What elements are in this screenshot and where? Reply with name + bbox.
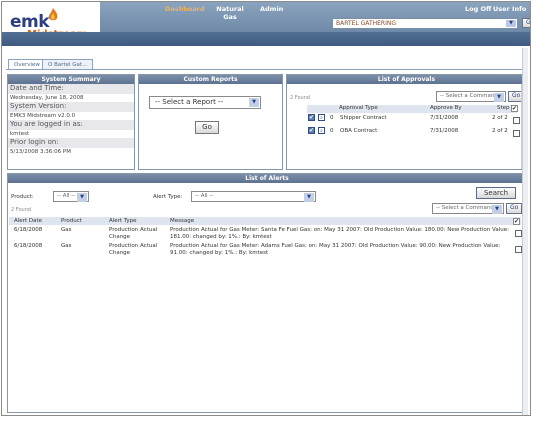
custom-reports-panel: Custom Reports -- Select a Report -- ▼ G… — [138, 74, 283, 170]
chevron-down-icon: ▼ — [304, 193, 314, 202]
custom-reports-title: Custom Reports — [139, 75, 282, 84]
alert-type-filter-value: -- All -- — [195, 193, 214, 199]
approval-num: 0 — [330, 115, 334, 121]
header-band — [2, 32, 530, 46]
col-alert-type: Alert Type — [109, 218, 137, 224]
approvals-panel: List of Approvals 2 Found -- Select a Co… — [286, 74, 527, 170]
approval-step: 2 of 2 — [492, 128, 508, 134]
alerts-command-select[interactable]: -- Select a Command -- ▼ — [432, 203, 504, 214]
nav-user-info[interactable]: User Info — [493, 5, 526, 13]
alerts-panel: List of Alerts Product: -- All -- ▼ Aler… — [7, 173, 527, 413]
app-window: emk Midstream Dashboard Natural Gas Admi… — [1, 1, 531, 416]
alert-type-filter-label: Alert Type: — [153, 194, 183, 200]
system-summary-panel: System Summary Date and Time: Wednesday,… — [7, 74, 135, 170]
row-checkbox[interactable] — [515, 246, 522, 253]
approvals-command-select[interactable]: -- Select a Command -- ▼ — [436, 91, 506, 102]
col-alert-date: Alert Date — [14, 218, 42, 224]
col-step: Step — [497, 105, 510, 111]
logged-in-label: You are logged in as: — [10, 120, 83, 128]
col-message: Message — [170, 218, 195, 224]
approve-check-icon[interactable]: ✔ — [308, 114, 315, 121]
tab-divider — [6, 69, 526, 70]
approve-check-icon[interactable]: ✔ — [308, 127, 315, 134]
customer-go-button[interactable]: Go — [522, 18, 530, 28]
approvals-count: 2 Found — [290, 95, 311, 101]
alerts-command-value: -- Select a Command -- — [436, 205, 500, 211]
alert-type: Production Actual Change — [109, 227, 158, 240]
date-time-label: Date and Time: — [10, 84, 64, 92]
chevron-down-icon: ▼ — [494, 93, 504, 102]
system-version-label: System Version: — [10, 102, 67, 110]
nav-admin[interactable]: Admin — [260, 5, 283, 13]
row-checkbox[interactable] — [513, 130, 520, 137]
alerts-count: 2 Found — [11, 207, 32, 213]
chevron-down-icon: ▼ — [492, 205, 502, 214]
approval-date: 7/31/2008 — [430, 128, 459, 134]
approvals-title: List of Approvals — [287, 75, 526, 84]
row-checkbox[interactable] — [515, 230, 522, 237]
logged-in-value: kmtest — [10, 131, 30, 137]
alert-product: Gas — [61, 243, 72, 249]
nav-dashboard[interactable]: Dashboard — [165, 5, 205, 13]
customer-select-value: BARTEL GATHERING — [336, 20, 396, 27]
report-select[interactable]: -- Select a Report -- ▼ — [149, 96, 261, 109]
report-select-value: -- Select a Report -- — [155, 98, 224, 106]
approval-type: OBA Contract — [340, 128, 378, 134]
alert-date: 6/18/2008 — [14, 227, 43, 233]
col-approve-by: Approve By — [430, 105, 462, 111]
nav-log-off[interactable]: Log Off — [465, 5, 491, 13]
approval-date: 7/31/2008 — [430, 115, 459, 121]
alert-message: Production Actual for Gas Meter: Adams F… — [170, 243, 501, 256]
nav-natural-gas[interactable]: Natural Gas — [215, 5, 245, 21]
view-document-icon[interactable]: ⌕ — [318, 127, 325, 134]
app-header: emk Midstream Dashboard Natural Gas Admi… — [2, 2, 530, 46]
flame-icon — [48, 8, 58, 21]
alerts-header-row — [9, 217, 521, 225]
system-summary-title: System Summary — [8, 75, 134, 84]
alert-message: Production Actual for Gas Meter: Santa F… — [170, 227, 509, 240]
alert-type: Production Actual Change — [109, 243, 158, 256]
col-product: Product — [61, 218, 82, 224]
approval-type: Shipper Contract — [340, 115, 387, 121]
view-document-icon[interactable]: ⌕ — [318, 114, 325, 121]
top-nav-bar: Dashboard Natural Gas Admin Log Off User… — [100, 2, 530, 32]
alert-type-filter-select[interactable]: -- All -- ▼ — [191, 191, 316, 202]
alerts-title: List of Alerts — [8, 174, 526, 183]
product-filter-value: -- All -- — [57, 193, 76, 199]
approval-num: 0 — [330, 128, 334, 134]
chevron-down-icon: ▼ — [77, 193, 87, 202]
report-go-button[interactable]: Go — [195, 121, 219, 134]
page-scrollbar[interactable] — [522, 48, 528, 415]
approval-step: 2 of 2 — [492, 115, 508, 121]
chevron-down-icon: ▼ — [506, 20, 516, 27]
select-all-checkmark-icon[interactable]: ✔ — [513, 218, 520, 225]
date-time-value: Wednesday, June 18, 2008 — [10, 95, 84, 101]
alerts-go-button[interactable]: Go — [506, 203, 523, 214]
col-approval-type: Approval Type — [339, 105, 378, 111]
customer-select[interactable]: BARTEL GATHERING ▼ — [332, 18, 518, 29]
prior-login-value: 5/13/2008 3:36:06 PM — [10, 149, 71, 155]
product-filter-select[interactable]: -- All -- ▼ — [53, 191, 89, 202]
chevron-down-icon: ▼ — [249, 98, 259, 107]
alert-date: 6/18/2008 — [14, 243, 43, 249]
row-checkbox[interactable] — [513, 117, 520, 124]
alert-product: Gas — [61, 227, 72, 233]
product-filter-label: Product: — [11, 194, 34, 200]
prior-login-label: Prior login on: — [10, 138, 59, 146]
select-all-checkmark-icon[interactable]: ✔ — [511, 105, 518, 112]
system-version-value: EMK3 Midstream v2.0.0 — [10, 113, 76, 119]
search-button[interactable]: Search — [476, 187, 516, 199]
